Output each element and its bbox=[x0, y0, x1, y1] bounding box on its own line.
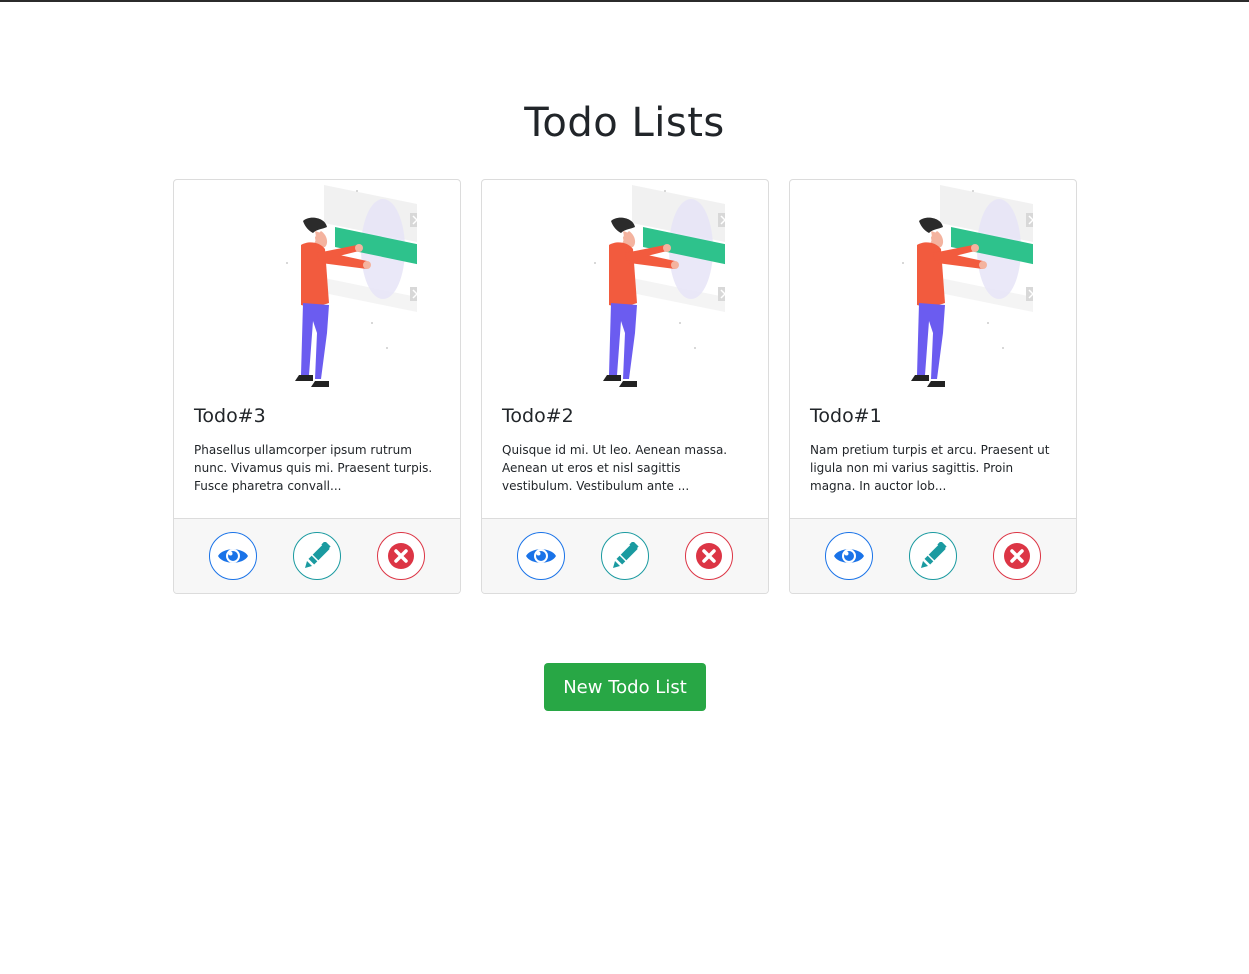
card-description: Nam pretium turpis et arcu. Praesent ut … bbox=[810, 443, 1050, 493]
delete-button[interactable] bbox=[685, 532, 733, 580]
edit-button[interactable] bbox=[293, 532, 341, 580]
card-body: Todo#3 Phasellus ullamcorper ipsum rutru… bbox=[174, 395, 460, 518]
pencil-icon bbox=[305, 542, 331, 568]
todo-illustration bbox=[482, 180, 768, 395]
eye-icon bbox=[218, 549, 248, 563]
person-checklist-illustration bbox=[594, 185, 725, 387]
card-description: Phasellus ullamcorper ipsum rutrum nunc.… bbox=[194, 443, 433, 493]
delete-button[interactable] bbox=[377, 532, 425, 580]
todo-card: Todo#3 Phasellus ullamcorper ipsum rutru… bbox=[173, 179, 461, 594]
todo-card: Todo#1 Nam pretium turpis et arcu. Praes… bbox=[789, 179, 1077, 594]
x-circle-icon bbox=[696, 543, 722, 569]
view-button[interactable] bbox=[825, 532, 873, 580]
view-button[interactable] bbox=[209, 532, 257, 580]
x-circle-icon bbox=[1004, 543, 1030, 569]
card-description: Quisque id mi. Ut leo. Aenean massa. Aen… bbox=[502, 443, 728, 493]
todo-card-list: Todo#3 Phasellus ullamcorper ipsum rutru… bbox=[173, 179, 1077, 594]
person-checklist-illustration bbox=[902, 185, 1033, 387]
edit-button[interactable] bbox=[909, 532, 957, 580]
edit-button[interactable] bbox=[601, 532, 649, 580]
x-circle-icon bbox=[388, 543, 414, 569]
pencil-icon bbox=[613, 542, 639, 568]
todo-card: Todo#2 Quisque id mi. Ut leo. Aenean mas… bbox=[481, 179, 769, 594]
card-actions bbox=[174, 518, 460, 593]
person-checklist-illustration bbox=[286, 185, 417, 387]
eye-icon bbox=[834, 549, 864, 563]
todo-illustration bbox=[790, 180, 1076, 395]
card-title: Todo#2 bbox=[502, 405, 574, 427]
card-actions bbox=[482, 518, 768, 593]
todo-illustration bbox=[174, 180, 460, 395]
card-title: Todo#1 bbox=[810, 405, 882, 427]
delete-button[interactable] bbox=[993, 532, 1041, 580]
pencil-icon bbox=[921, 542, 947, 568]
card-body: Todo#1 Nam pretium turpis et arcu. Praes… bbox=[790, 395, 1076, 518]
eye-icon bbox=[526, 549, 556, 563]
new-todo-list-button[interactable]: New Todo List bbox=[544, 663, 706, 711]
page-title: Todo Lists bbox=[524, 100, 725, 146]
card-title: Todo#3 bbox=[194, 405, 266, 427]
card-actions bbox=[790, 518, 1076, 593]
view-button[interactable] bbox=[517, 532, 565, 580]
card-body: Todo#2 Quisque id mi. Ut leo. Aenean mas… bbox=[482, 395, 768, 518]
